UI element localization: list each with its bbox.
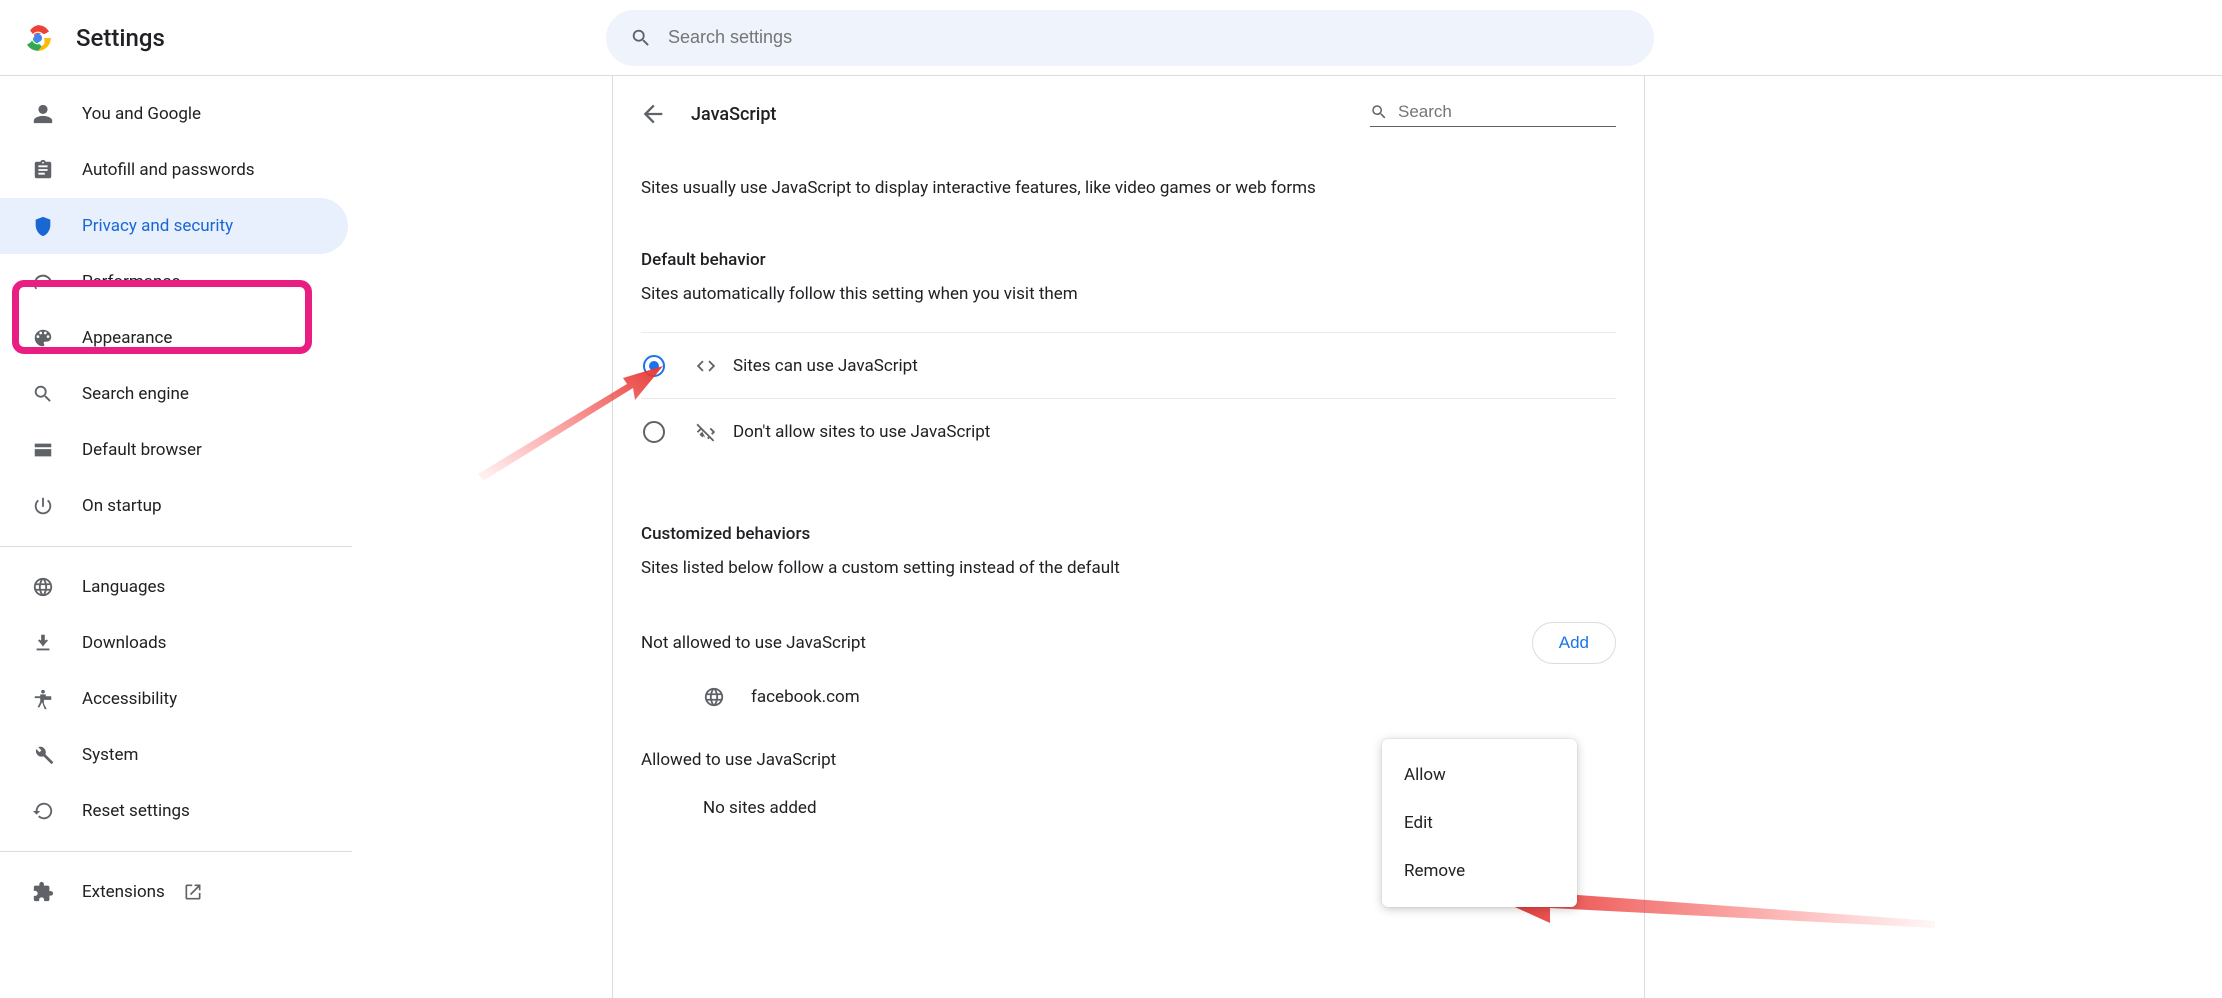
restore-icon: [32, 800, 54, 822]
sidebar-item-on-startup[interactable]: On startup: [0, 478, 348, 534]
sidebar-item-label: Privacy and security: [82, 216, 233, 236]
sidebar-item-accessibility[interactable]: Accessibility: [0, 671, 348, 727]
browser-icon: [32, 439, 54, 461]
person-icon: [32, 103, 54, 125]
sidebar-item-label: Default browser: [82, 440, 202, 460]
search-icon: [630, 27, 652, 49]
page-title: JavaScript: [691, 104, 776, 125]
section-default-behavior-heading: Default behavior: [641, 250, 1616, 270]
blocked-list-heading: Not allowed to use JavaScript: [641, 633, 866, 653]
sidebar-separator: [0, 546, 352, 547]
allowed-list-heading: Allowed to use JavaScript: [641, 750, 836, 770]
sidebar-item-label: Accessibility: [82, 689, 177, 709]
ctx-allow[interactable]: Allow: [1382, 751, 1577, 799]
radio-label: Don't allow sites to use JavaScript: [733, 422, 990, 442]
sidebar-item-label: Extensions: [82, 882, 165, 902]
sidebar-item-languages[interactable]: Languages: [0, 559, 348, 615]
sidebar-item-label: Downloads: [82, 633, 166, 653]
sidebar-item-default-browser[interactable]: Default browser: [0, 422, 348, 478]
section-default-behavior-sub: Sites automatically follow this setting …: [641, 284, 1616, 304]
site-context-menu: Allow Edit Remove: [1382, 739, 1577, 907]
globe-icon: [703, 686, 725, 708]
sidebar-item-label: Reset settings: [82, 801, 190, 821]
section-custom-behaviors-sub: Sites listed below follow a custom setti…: [641, 558, 1616, 578]
globe-icon: [32, 576, 54, 598]
sidebar-item-label: Languages: [82, 577, 165, 597]
speedometer-icon: [32, 271, 54, 293]
radio-allow-js[interactable]: Sites can use JavaScript: [641, 332, 1616, 398]
clipboard-icon: [32, 159, 54, 181]
extension-icon: [32, 881, 54, 903]
blocked-site-row[interactable]: facebook.com: [641, 664, 1616, 730]
sidebar-item-search-engine[interactable]: Search engine: [0, 366, 348, 422]
ctx-edit[interactable]: Edit: [1382, 799, 1577, 847]
wrench-icon: [32, 744, 54, 766]
sidebar-item-appearance[interactable]: Appearance: [0, 310, 348, 366]
section-custom-behaviors-heading: Customized behaviors: [641, 524, 1616, 544]
shield-icon: [32, 215, 54, 237]
sidebar-item-autofill[interactable]: Autofill and passwords: [0, 142, 348, 198]
sidebar-separator: [0, 851, 352, 852]
chrome-logo-icon: [0, 24, 52, 52]
sidebar-item-label: On startup: [82, 496, 162, 516]
sidebar-item-label: Autofill and passwords: [82, 160, 255, 180]
sidebar-item-extensions[interactable]: Extensions: [0, 864, 348, 920]
sidebar-item-privacy-security[interactable]: Privacy and security: [0, 198, 348, 254]
sidebar-item-system[interactable]: System: [0, 727, 348, 783]
sidebar-item-label: System: [82, 745, 138, 765]
site-host: facebook.com: [751, 687, 860, 707]
sidebar-item-you-and-google[interactable]: You and Google: [0, 86, 348, 142]
back-button[interactable]: [639, 100, 667, 128]
sidebar-item-label: Appearance: [82, 328, 172, 348]
radio-label: Sites can use JavaScript: [733, 356, 918, 376]
power-icon: [32, 495, 54, 517]
settings-search[interactable]: [606, 10, 1654, 66]
search-icon: [32, 383, 54, 405]
code-icon: [695, 355, 717, 377]
settings-search-input[interactable]: [668, 27, 1630, 48]
page-description: Sites usually use JavaScript to display …: [641, 178, 1616, 198]
palette-icon: [32, 327, 54, 349]
ctx-remove[interactable]: Remove: [1382, 847, 1577, 895]
sidebar-item-performance[interactable]: Performance: [0, 254, 348, 310]
sidebar-item-downloads[interactable]: Downloads: [0, 615, 348, 671]
code-off-icon: [695, 421, 717, 443]
app-header: Settings: [0, 0, 2222, 76]
radio-block-js[interactable]: Don't allow sites to use JavaScript: [641, 398, 1616, 464]
app-title: Settings: [76, 24, 165, 52]
open-in-new-icon: [183, 882, 203, 902]
sidebar: You and Google Autofill and passwords Pr…: [0, 76, 352, 998]
annotation-arrow-1: [463, 366, 663, 486]
add-blocked-site-button[interactable]: Add: [1532, 622, 1616, 664]
sidebar-item-label: Performance: [82, 272, 180, 292]
sidebar-item-reset[interactable]: Reset settings: [0, 783, 348, 839]
accessibility-icon: [32, 688, 54, 710]
radio-indicator: [643, 355, 665, 377]
sidebar-item-label: Search engine: [82, 384, 189, 404]
sidebar-item-label: You and Google: [82, 104, 201, 124]
download-icon: [32, 632, 54, 654]
search-icon: [1370, 103, 1388, 121]
page-search-input[interactable]: [1398, 102, 1619, 122]
page-search[interactable]: [1370, 102, 1616, 127]
radio-indicator: [643, 421, 665, 443]
main-panel: JavaScript Sites usually use JavaScript …: [612, 76, 1645, 998]
